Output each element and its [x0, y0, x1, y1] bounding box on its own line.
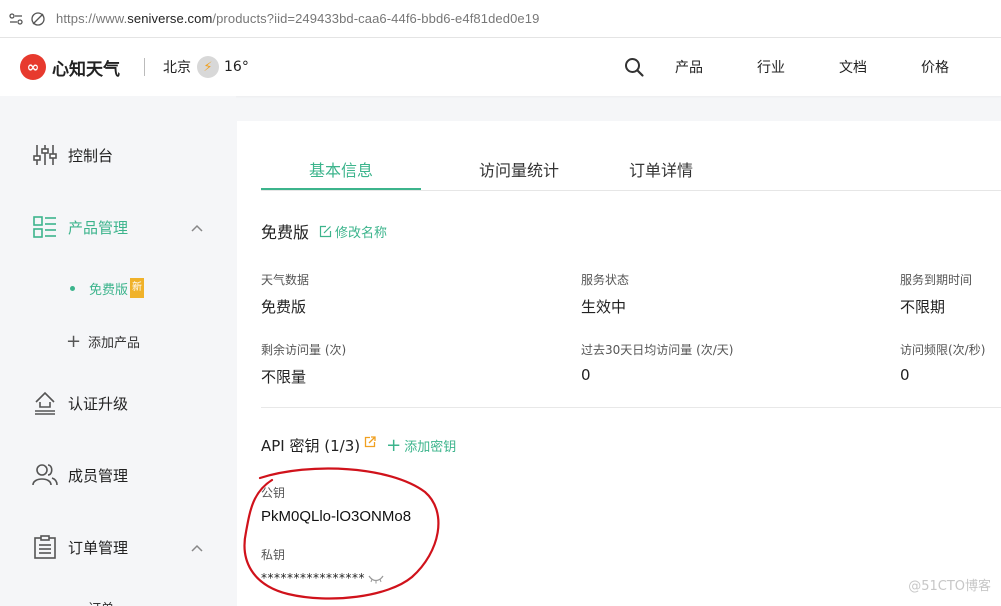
plan-name: 免费版 [261, 223, 310, 242]
watermark: @51CTO博客 [908, 579, 991, 594]
weather-lightning-icon: ⚡ [197, 56, 219, 78]
info-value: 生效中 [581, 298, 627, 316]
subitem-label: 添加产品 [88, 336, 141, 351]
info-label: 天气数据 [261, 273, 310, 287]
sidebar: 控制台 产品管理 免费版 新 + 添加产品 认证升级 成员管理 订单管理 订单 [0, 96, 236, 606]
main-panel: 基本信息 访问量统计 订单详情 免费版 修改名称 天气数据 免费版 服务状态 生… [237, 121, 1001, 606]
info-value: 不限期 [900, 298, 946, 316]
city-name[interactable]: 北京 [163, 57, 191, 77]
external-link-icon[interactable] [364, 435, 376, 448]
sidebar-item-console[interactable]: 控制台 [32, 142, 113, 168]
insecure-icon[interactable] [30, 11, 46, 27]
info-label: 剩余访问量 (次) [261, 343, 347, 357]
members-icon [32, 464, 58, 486]
public-key-label: 公钥 [261, 486, 286, 500]
sidebar-item-label: 成员管理 [68, 466, 129, 485]
grid-list-icon [33, 216, 56, 238]
info-weather-data: 天气数据 免费版 [261, 271, 309, 317]
edit-name-link[interactable]: 修改名称 [319, 222, 387, 241]
search-icon[interactable] [623, 56, 645, 78]
info-expiry: 服务到期时间 不限期 [900, 271, 972, 317]
chevron-up-icon[interactable] [190, 221, 204, 235]
logo[interactable]: ∞ 心知天气 [20, 54, 120, 80]
order-list-icon [34, 535, 56, 559]
info-service-status: 服务状态 生效中 [581, 271, 629, 317]
plus-icon: + [66, 330, 82, 352]
sidebar-item-members[interactable]: 成员管理 [32, 462, 128, 488]
sidebar-item-certification[interactable]: 认证升级 [32, 390, 128, 416]
add-key-button[interactable]: + 添加密钥 [386, 436, 456, 455]
info-value: 0 [900, 366, 910, 384]
api-key-header: API 密钥 (1/3) + 添加密钥 [261, 435, 456, 456]
info-rate-limit: 访问频限(次/秒) 0 [900, 341, 985, 384]
logo-text: 心知天气 [52, 59, 120, 80]
public-key-value[interactable]: PkM0QLlo-lO3ONMo8 [261, 508, 411, 525]
logo-infinity-icon: ∞ [20, 54, 46, 80]
info-daily-average: 过去30天日均访问量 (次/天) 0 [581, 341, 734, 384]
site-settings-icon[interactable] [8, 11, 24, 27]
tab-basic-info[interactable]: 基本信息 [261, 157, 421, 181]
info-label: 服务到期时间 [900, 273, 973, 287]
info-remaining-quota: 剩余访问量 (次) 不限量 [261, 341, 346, 387]
site-header: ∞ 心知天气 北京 ⚡ 16° 产品 行业 文档 价格 [0, 38, 1001, 96]
subitem-label: 免费版 [89, 282, 129, 298]
api-key-title: API 密钥 (1/3) [261, 437, 361, 455]
top-nav: 产品 行业 文档 价格 [623, 38, 1001, 96]
tab-bar: 基本信息 访问量统计 订单详情 [261, 149, 1001, 191]
sidebar-item-label: 产品管理 [68, 218, 129, 237]
private-key-label: 私钥 [261, 548, 286, 562]
header-divider [144, 58, 145, 76]
upload-tray-icon [35, 391, 55, 415]
sliders-icon [33, 145, 57, 165]
info-label: 过去30天日均访问量 (次/天) [581, 343, 734, 357]
chevron-up-icon[interactable] [190, 541, 204, 555]
info-value: 免费版 [261, 298, 307, 316]
nav-industry[interactable]: 行业 [757, 57, 839, 77]
eye-hidden-icon[interactable] [368, 574, 384, 584]
nav-pricing[interactable]: 价格 [921, 57, 1001, 77]
active-tab-indicator [261, 188, 421, 190]
tab-traffic-stats[interactable]: 访问量统计 [449, 157, 589, 181]
edit-icon [319, 225, 332, 237]
sidebar-subitem-free-plan[interactable]: 免费版 新 [66, 278, 145, 298]
sidebar-subitem-orders-partial[interactable]: 订单 [66, 598, 114, 606]
temperature: 16° [224, 59, 249, 75]
nav-products[interactable]: 产品 [675, 57, 757, 77]
subitem-label: 订单 [88, 598, 114, 606]
sidebar-item-label: 订单管理 [68, 538, 129, 557]
sidebar-item-orders[interactable]: 订单管理 [32, 534, 128, 560]
section-divider [261, 407, 1001, 408]
info-value: 不限量 [261, 368, 307, 386]
new-badge: 新 [130, 278, 145, 298]
info-label: 服务状态 [581, 273, 630, 287]
url-text[interactable]: https://www.seniverse.com/products?iid=2… [56, 11, 539, 26]
sidebar-subitem-add-product[interactable]: + 添加产品 [66, 332, 140, 351]
plus-icon: + [386, 434, 402, 456]
sidebar-item-label: 控制台 [68, 146, 114, 165]
add-key-label: 添加密钥 [404, 440, 457, 455]
sidebar-item-label: 认证升级 [68, 394, 129, 413]
tab-order-details[interactable]: 订单详情 [611, 157, 711, 181]
info-value: 0 [581, 366, 591, 384]
browser-address-bar: https://www.seniverse.com/products?iid=2… [0, 0, 1001, 38]
active-dot [70, 285, 75, 291]
info-label: 访问频限(次/秒) [900, 343, 986, 357]
private-key-value: **************** [261, 571, 365, 585]
plan-header: 免费版 修改名称 [261, 219, 387, 243]
nav-docs[interactable]: 文档 [839, 57, 921, 77]
sidebar-item-product-management[interactable]: 产品管理 [32, 214, 128, 240]
edit-name-label: 修改名称 [335, 225, 388, 241]
